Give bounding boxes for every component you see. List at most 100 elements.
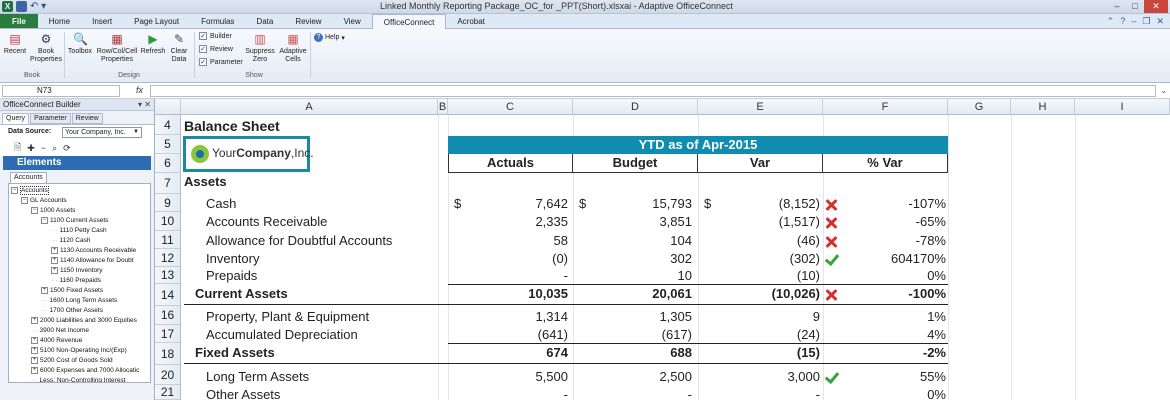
tree-item[interactable]: +6000 Expenses and 7000 Allocatic: [9, 366, 150, 376]
expand-icon[interactable]: +: [51, 266, 58, 274]
tab-view[interactable]: View: [333, 14, 372, 28]
rowcolcell-properties-button[interactable]: ▦ Row/Col/Cell Properties: [96, 32, 138, 64]
tree-item[interactable]: − GL Accounts: [9, 196, 150, 206]
review-checkbox[interactable]: ✓ Review: [199, 45, 233, 53]
tree-item[interactable]: ··· 3900 Net Income: [9, 326, 150, 336]
tab-insert[interactable]: Insert: [81, 14, 123, 28]
accounts-tab[interactable]: Accounts: [10, 172, 47, 183]
adaptive-cells-button[interactable]: ▦ Adaptive Cells: [278, 32, 308, 64]
book-properties-button[interactable]: ⚙ Book Properties: [30, 32, 62, 64]
expand-formula-icon[interactable]: ⌄: [1160, 86, 1167, 95]
column-header-e[interactable]: E: [698, 99, 823, 115]
tab-review[interactable]: Review: [284, 14, 332, 28]
refresh-tree-icon[interactable]: ⟳: [63, 143, 71, 154]
ribbon-minimize-icon[interactable]: ⌃: [1107, 16, 1115, 27]
tab-data[interactable]: Data: [245, 14, 284, 28]
tab-acrobat[interactable]: Acrobat: [446, 14, 496, 28]
clear-data-button[interactable]: ✎ Clear Data: [168, 32, 190, 64]
name-box[interactable]: N73: [2, 85, 120, 97]
formula-input[interactable]: [150, 85, 1156, 97]
row-header-6[interactable]: 6: [155, 154, 181, 173]
row-header-16[interactable]: 16: [155, 306, 181, 325]
row-header-11[interactable]: 11: [155, 231, 181, 249]
tree-item[interactable]: ··· Less: Non-Controlling Interest: [9, 376, 150, 382]
find-icon[interactable]: ⌕: [52, 143, 57, 154]
row-header-7[interactable]: 7: [155, 173, 181, 194]
row-header-9[interactable]: 9: [155, 194, 181, 212]
tree-item[interactable]: ··· 1600 Long Term Assets: [9, 296, 150, 306]
tree-item[interactable]: +2000 Liabilities and 3000 Equities: [9, 316, 150, 326]
help-menu[interactable]: ? Help ▾: [314, 33, 345, 42]
expand-icon[interactable]: +: [51, 256, 58, 264]
tab-review-pane[interactable]: Review: [71, 113, 103, 124]
window-close-icon[interactable]: ✕: [1156, 16, 1164, 27]
row-header-14[interactable]: 14: [155, 284, 181, 306]
expand-icon[interactable]: +: [31, 346, 38, 354]
column-header-h[interactable]: H: [1011, 99, 1075, 115]
tree-item[interactable]: +1140 Allowance for Doubt: [9, 256, 150, 266]
tab-query[interactable]: Query: [2, 113, 30, 124]
tree-item[interactable]: +1130 Accounts Receivable: [9, 246, 150, 256]
collapse-icon[interactable]: −: [11, 186, 18, 194]
pane-close-icon[interactable]: ▾ ✕: [138, 99, 151, 111]
tab-file[interactable]: File: [0, 14, 38, 28]
collapse-icon[interactable]: −: [31, 206, 38, 214]
expand-icon[interactable]: +: [51, 246, 58, 254]
tab-home[interactable]: Home: [38, 14, 81, 28]
tree-item[interactable]: −1100 Current Assets: [9, 216, 150, 226]
builder-checkbox[interactable]: ✓ Builder: [199, 32, 232, 40]
parameter-checkbox[interactable]: ✓ Parameter: [199, 58, 243, 66]
row-header-21[interactable]: 21: [155, 385, 181, 400]
row-header-18[interactable]: 18: [155, 343, 181, 365]
expand-icon[interactable]: +: [31, 316, 38, 324]
expand-icon[interactable]: +: [31, 356, 38, 364]
refresh-button[interactable]: ▶ Refresh: [140, 32, 166, 56]
tab-page-layout[interactable]: Page Layout: [123, 14, 190, 28]
tree-item[interactable]: +5100 Non-Operating Inc/(Exp): [9, 346, 150, 356]
tab-formulas[interactable]: Formulas: [190, 14, 245, 28]
column-header-f[interactable]: F: [823, 99, 948, 115]
window-min-icon[interactable]: –: [1131, 16, 1136, 27]
column-header-a[interactable]: A: [181, 99, 438, 115]
tree-item[interactable]: −1000 Assets: [9, 206, 150, 216]
column-header-b[interactable]: B: [438, 99, 448, 115]
row-header-10[interactable]: 10: [155, 212, 181, 231]
recent-button[interactable]: ▤ Recent: [3, 32, 27, 56]
expand-icon[interactable]: +: [41, 286, 48, 294]
select-all-corner[interactable]: [155, 99, 181, 115]
minimize-button[interactable]: –: [1108, 0, 1126, 13]
expand-icon[interactable]: +: [31, 336, 38, 344]
column-header-d[interactable]: D: [573, 99, 698, 115]
column-header-g[interactable]: G: [948, 99, 1011, 115]
maximize-button[interactable]: □: [1126, 0, 1144, 13]
column-header-i[interactable]: I: [1075, 99, 1170, 115]
row-header-12[interactable]: 12: [155, 249, 181, 267]
row-header-5[interactable]: 5: [155, 135, 181, 154]
expand-icon[interactable]: +: [31, 366, 38, 374]
tree-item[interactable]: +1500 Fixed Assets: [9, 286, 150, 296]
window-restore-icon[interactable]: ❐: [1142, 16, 1150, 27]
save-icon[interactable]: [16, 1, 27, 12]
help-icon[interactable]: ?: [1120, 16, 1125, 27]
add-icon[interactable]: ✚: [27, 143, 35, 154]
column-header-c[interactable]: C: [448, 99, 573, 115]
tree-item[interactable]: ··· 1160 Prepaids: [9, 276, 150, 286]
close-button[interactable]: ✕: [1144, 0, 1168, 13]
tree-item[interactable]: ··· 1110 Petty Cash: [9, 226, 150, 236]
undo-icon[interactable]: ↶ ▾: [30, 1, 46, 12]
tree-item[interactable]: − Accounts: [9, 186, 150, 196]
row-header-13[interactable]: 13: [155, 267, 181, 284]
tab-officeconnect[interactable]: OfficeConnect: [371, 14, 447, 30]
function-icon[interactable]: fx: [136, 85, 143, 95]
tree-item[interactable]: ··· 1700 Other Assets: [9, 306, 150, 316]
collapse-icon[interactable]: −: [41, 216, 48, 224]
toolbox-button[interactable]: 🔍 Toolbox: [66, 32, 94, 56]
collapse-icon[interactable]: −: [21, 196, 28, 204]
row-header-4[interactable]: 4: [155, 115, 181, 135]
tree-item[interactable]: +4000 Revenue: [9, 336, 150, 346]
remove-icon[interactable]: −: [41, 143, 46, 153]
tree-item[interactable]: ··· 1120 Cash: [9, 236, 150, 246]
new-query-icon[interactable]: 🗎: [14, 140, 21, 156]
row-header-20[interactable]: 20: [155, 365, 181, 385]
tab-parameter[interactable]: Parameter: [30, 113, 71, 124]
